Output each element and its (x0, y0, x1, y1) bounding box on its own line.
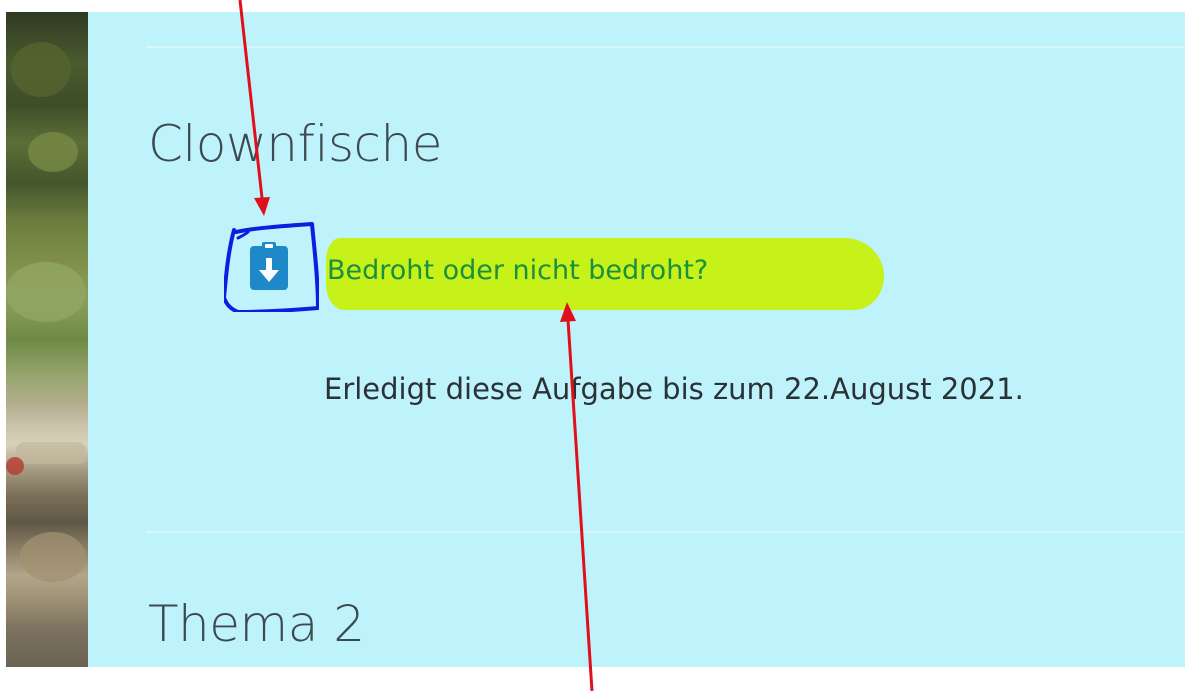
assignment-download-icon[interactable] (222, 216, 320, 314)
section-title-thema-2: Thema 2 (148, 595, 365, 653)
assignment-link[interactable]: Bedroht oder nicht bedroht? (327, 255, 708, 286)
assignment-description: Erledigt diese Aufgabe bis zum 22.August… (324, 372, 1024, 406)
course-content-area: Clownfische Bedroht oder nicht bedroht? … (88, 12, 1185, 667)
section-divider (146, 531, 1185, 533)
section-title-clownfische: Clownfische (148, 115, 442, 173)
section-divider (146, 46, 1185, 48)
screenshot-frame: Clownfische Bedroht oder nicht bedroht? … (0, 0, 1185, 691)
background-photo-strip (6, 12, 88, 667)
